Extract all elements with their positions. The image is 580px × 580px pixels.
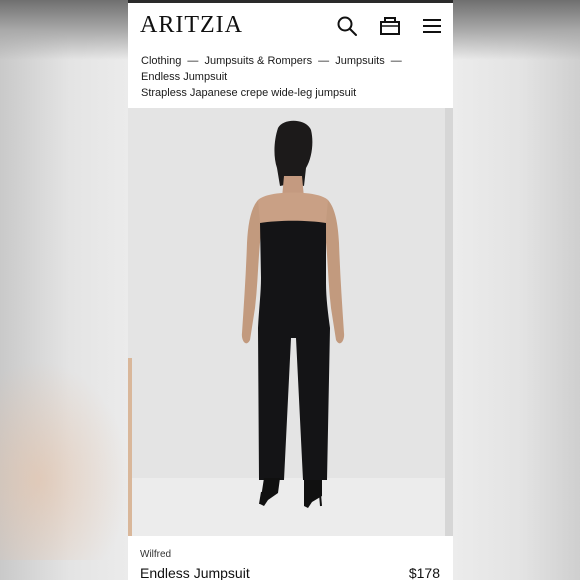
product-price: $178 — [408, 565, 440, 580]
left-shoe — [260, 478, 280, 506]
phone-screen: ARITZIA Clothing — Jumpsuits & Rompers —… — [128, 0, 453, 580]
background-glow — [0, 360, 130, 560]
right-shoe — [304, 480, 322, 508]
brand-logo[interactable]: ARITZIA — [140, 12, 243, 39]
breadcrumb-item-jumpsuits[interactable]: Jumpsuits — [335, 55, 385, 67]
product-name: Endless Jumpsuit — [140, 565, 250, 580]
breadcrumb-separator: — — [318, 55, 330, 67]
product-brand: Wilfred — [140, 549, 172, 560]
search-icon[interactable] — [336, 15, 358, 37]
model-left-arm — [241, 200, 261, 344]
jumpsuit — [258, 220, 330, 480]
model-figure — [241, 120, 345, 508]
breadcrumb-item-current: Endless Jumpsuit — [141, 71, 228, 83]
breadcrumb: Clothing — Jumpsuits & Rompers — Jumpsui… — [141, 53, 441, 85]
bag-icon[interactable] — [379, 15, 401, 37]
breadcrumb-item-clothing[interactable]: Clothing — [141, 55, 181, 67]
menu-icon[interactable] — [421, 15, 443, 37]
site-header: ARITZIA — [128, 3, 453, 47]
product-image[interactable] — [128, 108, 453, 536]
breadcrumb-separator: — — [390, 55, 402, 67]
breadcrumb-separator: — — [187, 55, 199, 67]
right-heel — [319, 493, 322, 507]
breadcrumb-item-jumpsuits-rompers[interactable]: Jumpsuits & Rompers — [204, 55, 312, 67]
product-subtitle: Strapless Japanese crepe wide-leg jumpsu… — [141, 87, 357, 99]
